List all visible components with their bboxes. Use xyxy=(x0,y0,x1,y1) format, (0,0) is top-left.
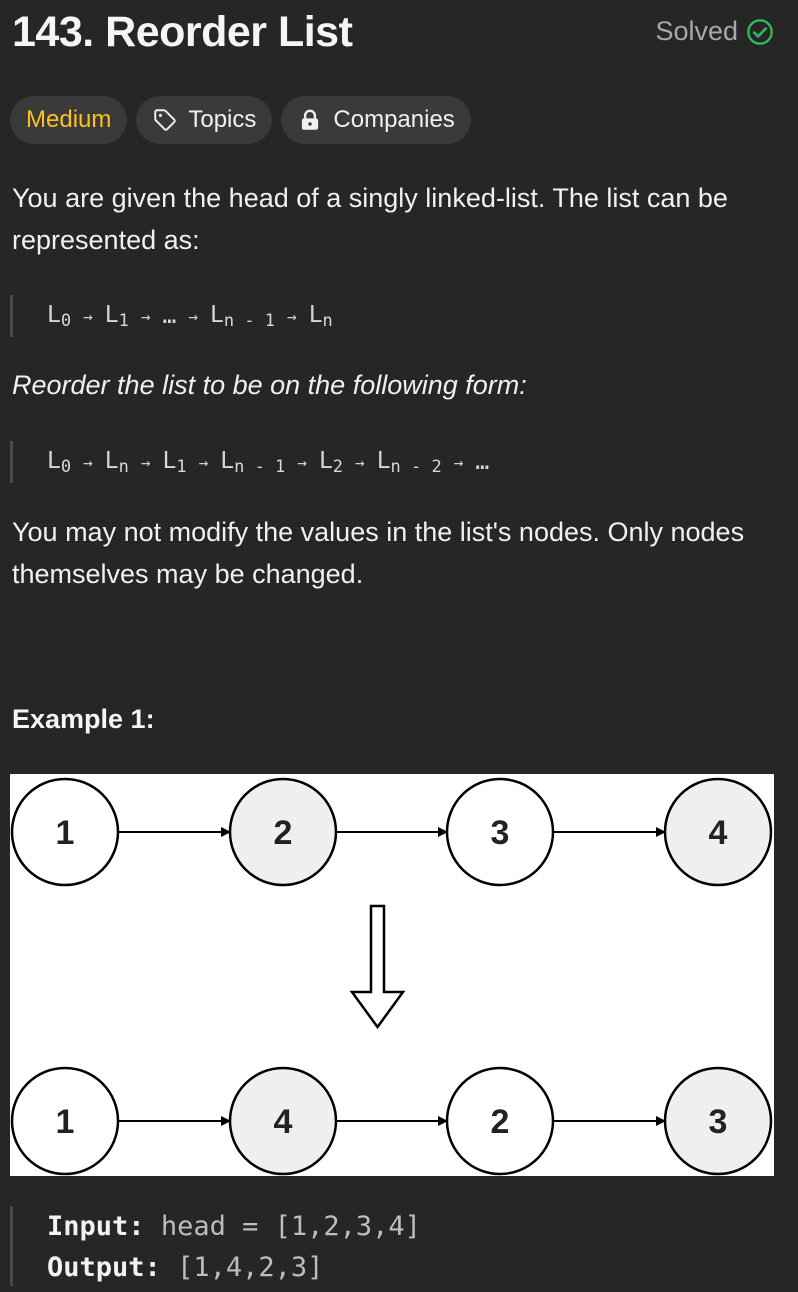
formula-term-base: L xyxy=(104,301,119,328)
formula-term: Ln xyxy=(309,302,333,331)
reordered-node-value: 4 xyxy=(274,1103,293,1141)
formula-term: Ln - 1 xyxy=(210,302,275,331)
formula-term-base: … xyxy=(162,303,177,329)
example-title: Example 1: xyxy=(12,704,155,734)
formula-term: L0 xyxy=(47,448,71,477)
topics-label: Topics xyxy=(188,106,257,133)
companies-button[interactable]: Companies xyxy=(281,96,471,144)
formula-original: L0 → L1 →… → Ln - 1 → Ln xyxy=(10,295,333,337)
original-node-value: 2 xyxy=(274,814,293,852)
formula-term-subscript: 1 xyxy=(118,310,129,331)
input-line: Input: head = [1,2,3,4] xyxy=(47,1206,421,1247)
reordered-node-value: 3 xyxy=(709,1103,728,1141)
output-value: [1,4,2,3] xyxy=(177,1252,324,1283)
formula-term-base: L xyxy=(47,447,61,474)
formula-term-base: … xyxy=(475,449,490,475)
tag-icon xyxy=(154,109,177,131)
tag-row: Medium Topics Companies xyxy=(10,96,471,144)
formula-term: L2 xyxy=(319,448,343,477)
output-label: Output: xyxy=(47,1252,161,1283)
description-constraint: You may not modify the values in the lis… xyxy=(12,517,745,589)
solved-label: Solved xyxy=(655,16,738,46)
companies-label: Companies xyxy=(333,106,455,133)
input-label: Input: xyxy=(47,1211,145,1242)
formula-term-base: L xyxy=(47,301,61,328)
formula-term: … xyxy=(163,303,177,329)
formula-term: L1 xyxy=(105,302,129,331)
formula-term-base: L xyxy=(210,301,224,328)
formula-term: … xyxy=(475,449,489,475)
reordered-node-value: 1 xyxy=(56,1103,75,1141)
formula-term: Ln xyxy=(105,448,129,477)
formula-term: L0 xyxy=(47,302,71,331)
topics-button[interactable]: Topics xyxy=(136,96,273,144)
linked-list-diagram: 1 2 3 4 1 4 2 3 xyxy=(10,777,773,1176)
description-intro: You are given the head of a singly linke… xyxy=(12,183,728,255)
arrow-icon: → xyxy=(198,452,209,472)
original-node-value: 1 xyxy=(56,814,75,852)
description-reorder: Reorder the list to be on the following … xyxy=(12,370,527,400)
arrow-icon: → xyxy=(83,452,93,472)
original-node-value: 3 xyxy=(491,814,510,852)
formula-term: Ln - 1 xyxy=(220,448,285,477)
formula-term-subscript: n - 1 xyxy=(234,456,286,477)
arrow-icon: → xyxy=(83,306,93,326)
lock-icon xyxy=(302,109,319,130)
formula-term-base: L xyxy=(104,447,119,474)
arrow-icon: → xyxy=(287,306,297,326)
formula-reordered: L0 → Ln → L1 → Ln - 1 → L2 → Ln - 2 →… xyxy=(10,441,489,483)
formula-term: Ln - 2 xyxy=(377,448,442,477)
formula-term-base: L xyxy=(308,301,323,328)
formula-term-subscript: 0 xyxy=(60,456,72,477)
check-circle-icon xyxy=(747,18,773,45)
formula-term-base: L xyxy=(318,447,333,474)
solved-status: Solved xyxy=(655,16,774,47)
formula-term-subscript: n - 2 xyxy=(390,456,442,477)
formula-term-base: L xyxy=(376,447,391,474)
formula-term-subscript: 0 xyxy=(60,310,72,331)
reordered-node-value: 2 xyxy=(491,1103,510,1141)
output-line: Output: [1,4,2,3] xyxy=(47,1247,421,1288)
formula-term-base: L xyxy=(162,447,177,474)
arrow-icon: → xyxy=(188,306,198,326)
arrow-icon: → xyxy=(297,452,307,472)
arrow-icon: → xyxy=(140,306,151,326)
formula-term-base: L xyxy=(220,447,235,474)
down-arrow-icon xyxy=(349,904,406,1030)
arrow-icon: → xyxy=(140,452,151,472)
input-value: head = [1,2,3,4] xyxy=(160,1211,421,1242)
formula-term-subscript: n - 1 xyxy=(223,310,276,331)
formula-term-subscript: 2 xyxy=(332,456,344,477)
arrow-icon: → xyxy=(453,452,464,472)
difficulty-tag[interactable]: Medium xyxy=(10,96,128,144)
formula-term: L1 xyxy=(163,448,187,477)
formula-term-subscript: n xyxy=(118,456,129,477)
difficulty-label: Medium xyxy=(26,106,112,133)
original-node-value: 4 xyxy=(709,814,728,852)
example-io: Input: head = [1,2,3,4] Output: [1,4,2,3… xyxy=(10,1206,421,1286)
example-diagram: 1 2 3 4 1 4 2 3 xyxy=(10,774,774,1176)
problem-title: 143. Reorder List xyxy=(12,8,353,56)
formula-term-subscript: n xyxy=(322,310,333,331)
arrow-icon: → xyxy=(355,452,365,472)
formula-term-subscript: 1 xyxy=(176,456,187,477)
